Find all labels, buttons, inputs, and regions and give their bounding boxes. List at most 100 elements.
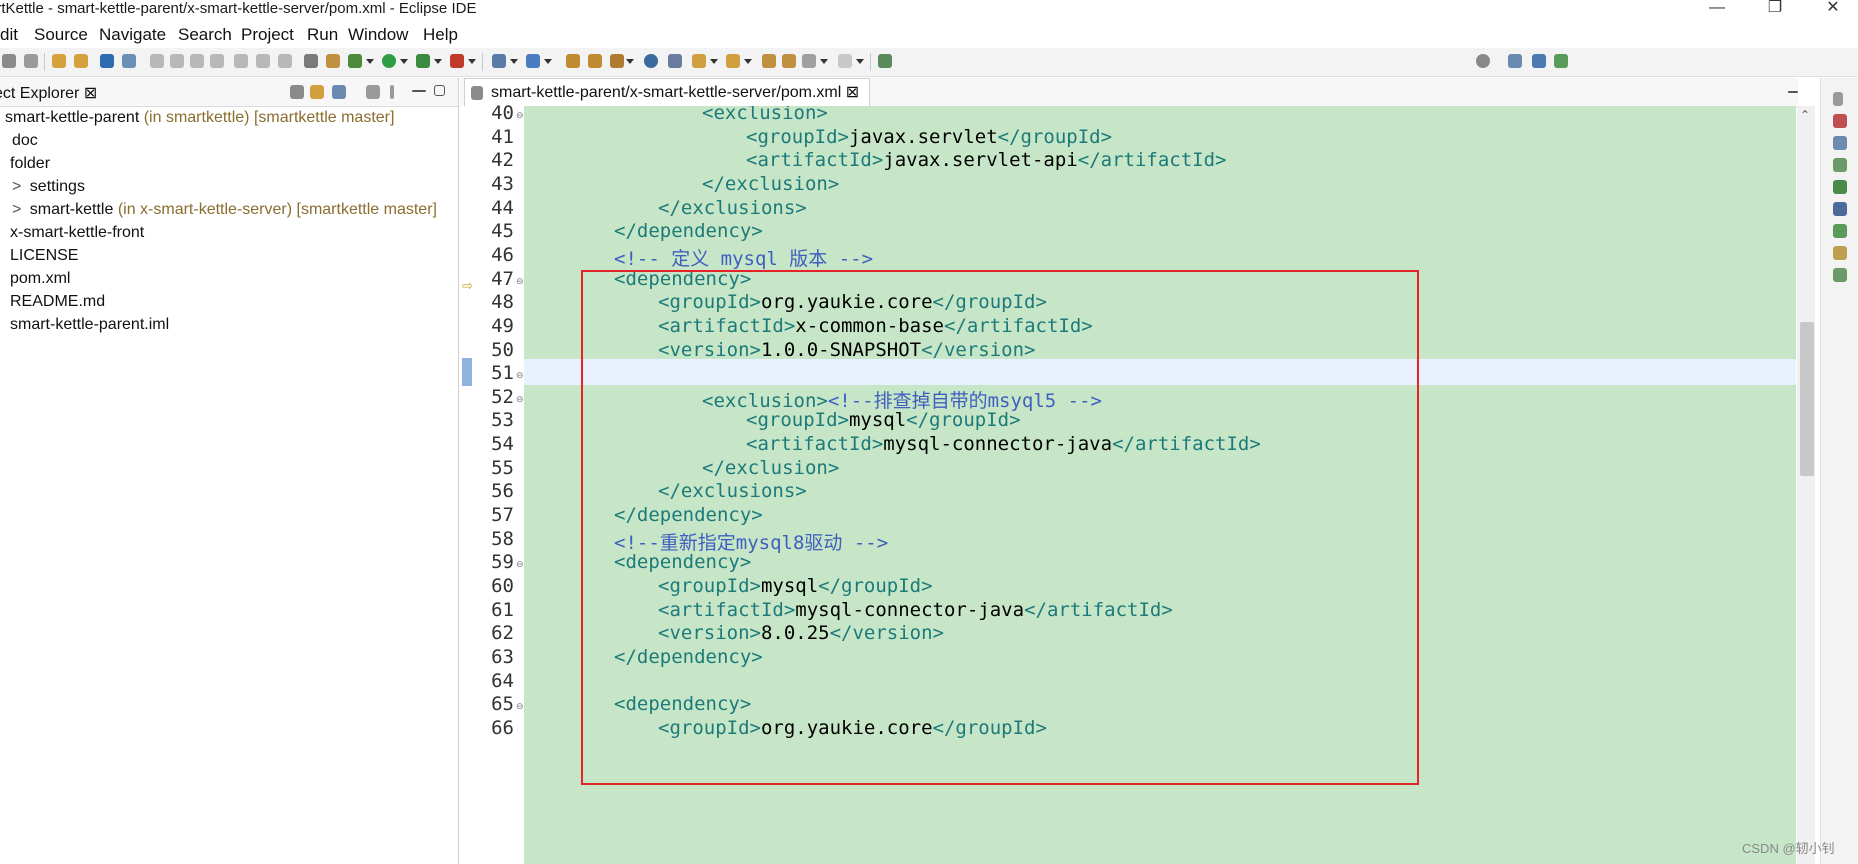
debug-icon[interactable] [348,54,362,68]
fold-toggle-icon[interactable]: ⊖ [516,394,524,405]
menu-project[interactable]: Project [241,25,294,45]
fold-toggle-icon[interactable]: ⊖ [516,276,524,287]
tree-item-x-smart-kettle-front[interactable]: x-smart-kettle-front [10,224,144,246]
fold-toggle-icon[interactable]: ⊖ [516,559,524,570]
fold-toggle-icon[interactable]: ⊖ [516,110,524,121]
external-tools-dropdown-icon[interactable] [468,59,476,64]
step-return-icon[interactable] [278,54,292,68]
minimize-editor-icon[interactable] [1788,91,1798,93]
skip-breakpoints-icon[interactable] [122,54,136,68]
build-icon[interactable] [52,54,66,68]
terminal-icon[interactable] [100,54,114,68]
explorer-tab[interactable]: ect Explorer ⊠ [0,78,458,107]
disconnect-icon[interactable] [210,54,224,68]
javadoc-icon[interactable] [1833,180,1847,194]
code-line[interactable]: </exclusion> [702,173,839,195]
view-menu-icon[interactable] [390,85,394,99]
resume-icon[interactable] [150,54,164,68]
step-over-icon[interactable] [256,54,270,68]
previous-annotation-dropdown-icon[interactable] [744,59,752,64]
mark-occurrences-icon[interactable] [668,54,682,68]
back-icon[interactable] [802,54,816,68]
menu-source[interactable]: Source [34,25,88,45]
tree-item-readme[interactable]: README.md [10,293,105,315]
fold-toggle-icon[interactable]: ⊖ [516,370,524,381]
external-tools-icon[interactable] [450,54,464,68]
outline-icon[interactable] [1833,114,1847,128]
search-icon[interactable] [1476,54,1490,68]
menu-navigate[interactable]: Navigate [99,25,166,45]
restore-view-icon[interactable] [1833,92,1843,106]
debug-dropdown-icon[interactable] [366,59,374,64]
code-line[interactable]: <groupId>javax.servlet</groupId> [746,126,1112,148]
tree-item-iml[interactable]: smart-kettle-parent.iml [10,316,169,338]
maximize-view-icon[interactable] [434,85,445,96]
close-button[interactable]: ✕ [1810,0,1856,18]
run-dropdown-icon[interactable] [400,59,408,64]
git-icon[interactable] [1833,246,1847,260]
save-icon[interactable] [2,54,16,68]
history-icon[interactable] [1833,268,1847,282]
problems-icon[interactable] [1833,158,1847,172]
scroll-up-icon[interactable]: ⌃ [1800,108,1810,122]
new-class-dropdown-icon[interactable] [544,59,552,64]
run-icon[interactable] [382,54,396,68]
toggle-icon[interactable] [326,54,340,68]
tree-item-settings[interactable]: > settings [12,178,85,200]
console-icon[interactable] [1833,202,1847,216]
tree-item-license[interactable]: LICENSE [10,247,78,269]
menu-run[interactable]: Run [307,25,338,45]
next-annotation-icon[interactable] [692,54,706,68]
open-task-icon[interactable] [588,54,602,68]
minimize-button[interactable]: — [1694,0,1740,18]
open-type-icon[interactable] [566,54,580,68]
java-perspective-icon[interactable] [1532,54,1546,68]
save-all-icon[interactable] [24,54,38,68]
forward-dropdown-icon[interactable] [856,59,864,64]
editor-tab-pom-xml[interactable]: smart-kettle-parent/x-smart-kettle-serve… [464,78,871,107]
menu-edit[interactable]: dit [0,25,18,45]
suspend-icon[interactable] [170,54,184,68]
tree-item-smart-kettle-parent[interactable]: smart-kettle-parent (in smartkettle) [sm… [5,109,394,131]
scrollbar-thumb[interactable] [1800,322,1814,476]
filter-icon[interactable] [332,85,346,99]
search-tool-icon[interactable] [610,54,624,68]
open-perspective-icon[interactable] [1508,54,1522,68]
tree-item-smart-kettle[interactable]: > smart-kettle (in x-smart-kettle-server… [12,201,437,223]
fold-toggle-icon[interactable]: ⊖ [516,701,524,712]
terminate-icon[interactable] [190,54,204,68]
tasks-icon[interactable] [1833,136,1847,150]
back-dropdown-icon[interactable] [820,59,828,64]
tree-item-folder[interactable]: folder [10,155,50,177]
code-line[interactable]: </dependency> [614,220,763,242]
previous-annotation-icon[interactable] [726,54,740,68]
code-line[interactable]: <artifactId>javax.servlet-api</artifactI… [746,149,1226,171]
build-all-icon[interactable] [74,54,88,68]
step-into-icon[interactable] [234,54,248,68]
tree-item-pom-xml[interactable]: pom.xml [10,270,70,292]
use-step-filters-icon[interactable] [304,54,318,68]
search-dropdown-icon[interactable] [626,59,634,64]
explorer-title[interactable]: ect Explorer ⊠ [0,83,97,103]
pin-editor-icon[interactable] [878,54,892,68]
collapse-all-icon[interactable] [290,85,304,99]
new-class-icon[interactable] [526,54,540,68]
globe-icon[interactable] [644,54,658,68]
focus-icon[interactable] [366,85,380,99]
new-dropdown-icon[interactable] [510,59,518,64]
menu-search[interactable]: Search [178,25,232,45]
link-with-editor-icon[interactable] [310,85,324,99]
servers-icon[interactable] [1833,224,1847,238]
code-line[interactable]: <exclusion> [702,106,828,124]
vertical-scrollbar[interactable]: ⌃ [1797,106,1815,864]
minimize-view-icon[interactable] [412,90,426,92]
coverage-icon[interactable] [416,54,430,68]
menu-window[interactable]: Window [348,25,408,45]
menu-help[interactable]: Help [423,25,458,45]
forward-edit-icon[interactable] [782,54,796,68]
forward-icon[interactable] [838,54,852,68]
new-java-project-icon[interactable] [492,54,506,68]
last-edit-location-icon[interactable] [762,54,776,68]
restore-button[interactable]: ❐ [1752,0,1798,18]
next-annotation-dropdown-icon[interactable] [710,59,718,64]
